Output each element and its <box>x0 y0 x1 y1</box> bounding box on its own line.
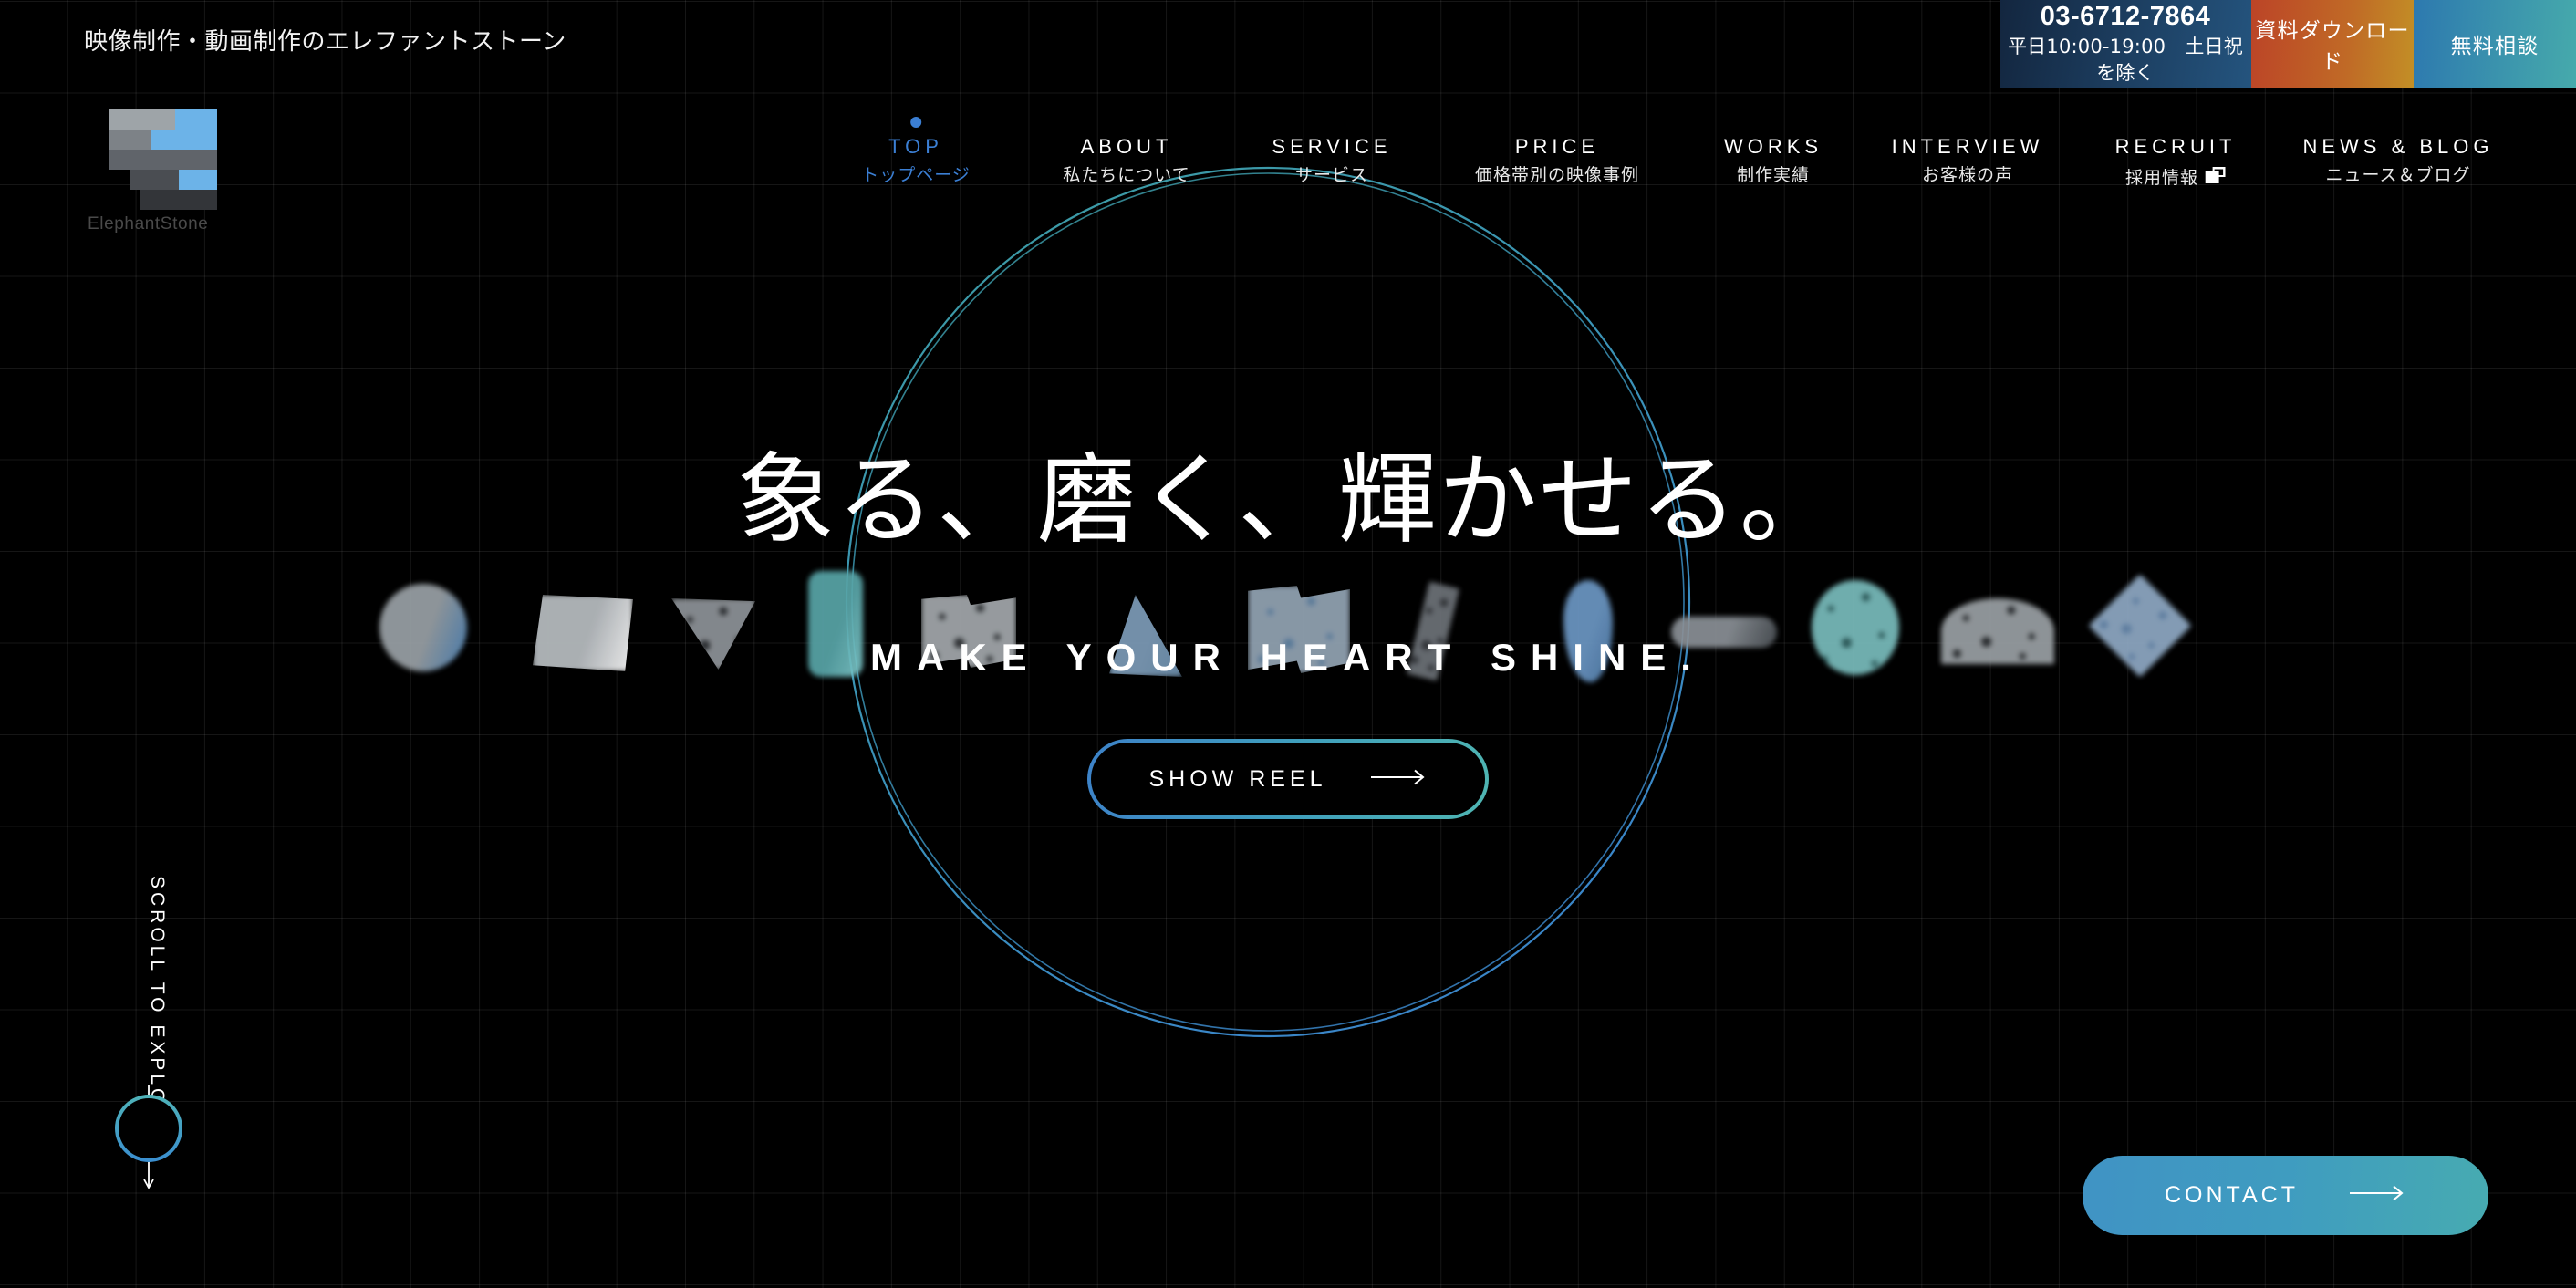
nav-item-label-en: NEWS & BLOG <box>2302 135 2494 158</box>
hero-shape-bar <box>1406 581 1460 681</box>
decorative-ring <box>839 160 1697 1044</box>
hero-shape-diamond <box>2088 574 2192 678</box>
hero-shape-row <box>0 558 2576 722</box>
nav-item-label-ja-text: サービス <box>1294 165 1368 185</box>
nav-item-label-ja-text: トップページ <box>861 165 971 185</box>
nav-item-about[interactable]: ABOUT 私たちについて <box>1063 137 1189 184</box>
page-root: 映像制作・動画制作のエレファントストーン 03-6712-7864 平日10:0… <box>0 0 2576 1288</box>
hero-shape-semicircle <box>1941 598 2054 664</box>
nav-item-label-en: SERVICE <box>1272 135 1392 158</box>
hero-shape-circle <box>379 584 467 671</box>
header-bar: 映像制作・動画制作のエレファントストーン 03-6712-7864 平日10:0… <box>0 0 2576 88</box>
nav-item-label-en: ABOUT <box>1080 135 1173 158</box>
hero-shape-wave <box>1248 586 1350 673</box>
nav-item-top[interactable]: TOP トップページ <box>861 117 971 184</box>
arrow-right-icon <box>2349 1185 2406 1206</box>
scroll-circle-icon <box>115 1095 182 1162</box>
download-materials-button[interactable]: 資料ダウンロード <box>2251 0 2414 88</box>
header-cta-group: 03-6712-7864 平日10:00-19:00 土日祝を除く 資料ダウンロ… <box>2000 0 2576 88</box>
nav-item-label-en: RECRUIT <box>2114 135 2237 158</box>
download-materials-label: 資料ダウンロード <box>2255 19 2410 74</box>
free-consultation-button[interactable]: 無料相談 <box>2414 0 2576 88</box>
hero-shape-wave <box>921 595 1016 668</box>
external-link-icon <box>2206 167 2226 189</box>
nav-item-label-ja: お客様の声 <box>1892 167 2044 184</box>
nav-item-label-en: PRICE <box>1514 135 1600 158</box>
nav-item-label-ja-text: 価格帯別の映像事例 <box>1474 165 1640 185</box>
nav-item-label-ja: 採用情報 <box>2115 167 2237 189</box>
scroll-circle-inner <box>119 1098 179 1158</box>
nav-item-label-en: WORKS <box>1723 135 1823 158</box>
nav-active-dot-icon <box>910 117 921 128</box>
nav-item-label-ja-text: ニュース＆ブログ <box>2325 165 2471 185</box>
show-reel-inner: SHOW REEL <box>1091 743 1485 815</box>
hero-shape-rounded <box>808 571 863 677</box>
free-consultation-label: 無料相談 <box>2450 35 2540 58</box>
phone-cta[interactable]: 03-6712-7864 平日10:00-19:00 土日祝を除く <box>2000 0 2251 88</box>
main-navigation: TOP トップページ ABOUT 私たちについて SERVICE サービス PRICE 価格帯… <box>0 117 2576 210</box>
nav-item-label-ja-text: 採用情報 <box>2124 168 2198 188</box>
logo-wordmark: ElephantStone <box>88 214 209 234</box>
site-tagline: 映像制作・動画制作のエレファントストーン <box>84 28 566 56</box>
hero-shape-blob <box>1563 580 1613 682</box>
arrow-right-icon <box>1370 769 1428 790</box>
nav-item-price[interactable]: PRICE 価格帯別の映像事例 <box>1475 137 1639 184</box>
nav-item-works[interactable]: WORKS 制作実績 <box>1724 137 1823 184</box>
nav-items: TOP トップページ ABOUT 私たちについて SERVICE サービス PRICE 価格帯… <box>0 117 2576 210</box>
nav-item-interview[interactable]: INTERVIEW お客様の声 <box>1892 137 2044 184</box>
hero-title: 象る、磨く、輝かせる。 <box>735 443 1841 557</box>
hero-shape-triangle <box>671 598 755 670</box>
hero-shape-triangle2 <box>1109 595 1182 677</box>
hero-subtitle: MAKE YOUR HEART SHINE. <box>870 636 1706 679</box>
nav-item-label-ja-text: 私たちについて <box>1063 165 1190 185</box>
nav-item-label-ja: 私たちについて <box>1063 167 1189 184</box>
nav-item-news-blog[interactable]: NEWS & BLOG ニュース＆ブログ <box>2302 137 2493 184</box>
nav-item-label-ja: サービス <box>1272 167 1391 184</box>
business-hours: 平日10:00-19:00 土日祝を除く <box>2007 36 2243 84</box>
nav-item-label-ja: トップページ <box>861 167 971 184</box>
phone-number: 03-6712-7864 <box>2040 1 2211 31</box>
contact-button[interactable]: CONTACT <box>2083 1156 2488 1235</box>
nav-item-recruit[interactable]: RECRUIT 採用情報 <box>2115 137 2237 189</box>
nav-item-label-en: INTERVIEW <box>1891 135 2044 158</box>
nav-item-label-ja: 制作実績 <box>1724 167 1823 184</box>
nav-item-label-ja: 価格帯別の映像事例 <box>1475 167 1639 184</box>
nav-item-label-ja: ニュース＆ブログ <box>2302 167 2493 184</box>
nav-item-label-ja-text: お客様の声 <box>1921 165 2014 185</box>
nav-item-service[interactable]: SERVICE サービス <box>1272 137 1391 184</box>
nav-item-label-ja-text: 制作実績 <box>1736 165 1810 185</box>
hero-shape-circle <box>1812 580 1899 675</box>
contact-label: CONTACT <box>2165 1182 2299 1208</box>
show-reel-label: SHOW REEL <box>1148 765 1327 792</box>
hero-shape-pill <box>1671 617 1777 648</box>
nav-item-label-en: TOP <box>888 135 943 158</box>
show-reel-button[interactable]: SHOW REEL <box>1087 739 1489 819</box>
hero-shape-parallelogram <box>533 595 633 671</box>
